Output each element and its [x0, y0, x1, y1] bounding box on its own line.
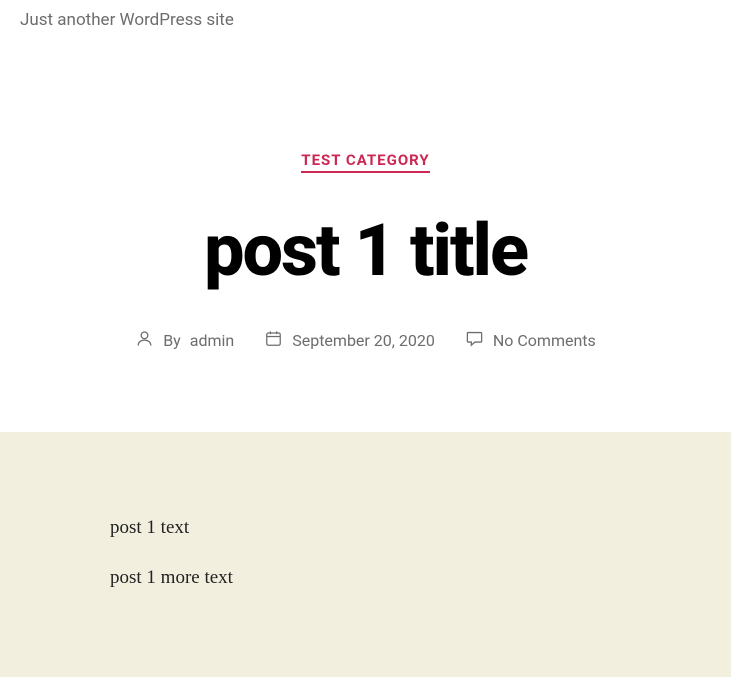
- post-paragraph: post 1 text: [110, 517, 621, 539]
- post-title: post 1 title: [20, 213, 711, 289]
- comments-meta: No Comments: [465, 329, 596, 352]
- post-paragraph: post 1 more text: [110, 567, 621, 589]
- comment-icon: [465, 329, 484, 352]
- author-by-label: By: [163, 331, 181, 350]
- post-content: post 1 text post 1 more text: [0, 432, 731, 677]
- post-meta-row: By admin September 20, 2020 No Comments: [20, 329, 711, 352]
- date-link[interactable]: September 20, 2020: [292, 331, 435, 350]
- author-link[interactable]: admin: [190, 331, 234, 350]
- author-meta: By admin: [135, 329, 234, 352]
- post-header: TEST CATEGORY post 1 title By admin Sept…: [0, 40, 731, 432]
- date-meta: September 20, 2020: [264, 329, 435, 352]
- category-link[interactable]: TEST CATEGORY: [301, 151, 429, 173]
- comments-link[interactable]: No Comments: [493, 331, 596, 350]
- person-icon: [135, 329, 154, 352]
- calendar-icon: [264, 329, 283, 352]
- site-tagline: Just another WordPress site: [0, 0, 731, 40]
